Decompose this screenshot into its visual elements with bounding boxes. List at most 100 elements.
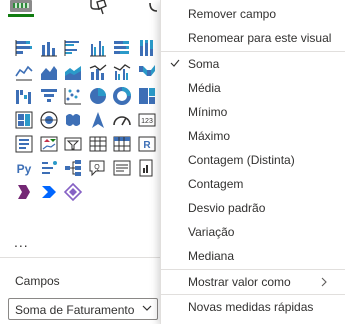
ribbon-chart-icon [138,65,155,76]
stacked-bar-chart-visual-button[interactable] [14,38,34,58]
svg-text:Q: Q [94,164,100,171]
key-influencers-icon [41,161,57,174]
checkmark-icon [170,59,180,67]
power-automate-visual-button[interactable] [39,182,59,202]
donut-chart-visual-button[interactable] [112,86,132,106]
r-visual-icon: R [138,136,155,152]
diamond-visual-visual-button[interactable] [63,182,83,202]
menu-item-label: Mínimo [188,105,228,119]
card-visual-button[interactable]: 123 [137,110,157,130]
menu-item-average[interactable]: Média [161,76,345,100]
paint-roller-icon [90,0,107,15]
clustered-column-chart-icon [89,41,106,57]
chevron-right-icon [321,277,327,287]
shape-map-visual-button[interactable] [63,110,83,130]
ribbon-chart-visual-button[interactable] [137,62,157,82]
pie-chart-visual-button[interactable] [88,86,108,106]
menu-item-rename-for-visual[interactable]: Renomear para este visual [161,26,345,50]
line-and-stacked-column-visual-button[interactable] [88,62,108,82]
python-visual-visual-button[interactable]: Py [14,158,34,178]
smart-narrative-visual-button[interactable] [112,158,132,178]
shape-map-icon [66,114,80,126]
100-stacked-bar-chart-icon [114,41,129,54]
menu-item-maximum[interactable]: Máximo [161,124,345,148]
fields-section-label: Campos [15,274,60,288]
menu-item-label: Contagem (Distinta) [188,153,295,167]
menu-item-variance[interactable]: Variação [161,220,345,244]
menu-item-count-distinct[interactable]: Contagem (Distinta) [161,148,345,172]
menu-item-label: Soma [188,57,220,71]
kpi-visual-button[interactable] [39,134,59,154]
aggregation-context-menu: Remover campo Renomear para este visual … [160,0,345,324]
funnel-chart-visual-button[interactable] [39,86,59,106]
stacked-bar-chart-icon [15,40,32,56]
stacked-area-chart-icon [65,66,81,80]
stacked-area-chart-visual-button[interactable] [63,62,83,82]
decomposition-tree-icon [65,160,81,176]
diamond-visual-icon [63,182,83,202]
svg-text:123: 123 [141,118,153,125]
line-and-stacked-column-icon [89,64,106,80]
menu-item-remove-field[interactable]: Remover campo [161,2,345,26]
line-chart-visual-button[interactable] [14,62,34,82]
table-icon [89,136,106,152]
waterfall-chart-visual-button[interactable] [14,86,34,106]
menu-item-count[interactable]: Contagem [161,172,345,196]
clustered-bar-chart-icon [64,40,79,56]
line-and-clustered-column-icon [113,64,131,80]
gauge-icon [113,116,131,126]
stacked-column-chart-visual-button[interactable] [39,38,59,58]
100-stacked-bar-chart-visual-button[interactable] [112,38,132,58]
power-apps-visual-button[interactable] [14,182,34,202]
slicer-icon [64,137,82,151]
100-stacked-column-chart-visual-button[interactable] [137,38,157,58]
chevron-down-icon[interactable] [141,302,153,314]
map-icon [15,111,33,129]
svg-text:R: R [143,140,151,151]
treemap-visual-button[interactable] [137,86,157,106]
menu-item-label: Contagem [188,177,244,191]
field-well-value[interactable]: Soma de Faturamento [8,298,158,320]
format-visual-tab[interactable] [86,0,108,18]
qa-visual-button[interactable]: Q [88,158,108,178]
build-visual-tab[interactable] [8,0,34,18]
paginated-report-visual-button[interactable] [137,158,157,178]
treemap-icon [138,88,155,104]
scatter-chart-visual-button[interactable] [63,86,83,106]
svg-text:Py: Py [17,162,32,176]
build-visual-icon [10,0,32,12]
menu-item-minimum[interactable]: Mínimo [161,100,345,124]
clustered-bar-chart-visual-button[interactable] [63,38,83,58]
key-influencers-visual-button[interactable] [39,158,59,178]
gauge-visual-button[interactable] [112,110,132,130]
map-visual-button[interactable] [14,110,34,130]
azure-map-visual-button[interactable] [88,110,108,130]
multi-row-card-visual-button[interactable] [14,134,34,154]
matrix-visual-button[interactable] [112,134,132,154]
stacked-column-chart-icon [40,42,57,57]
menu-item-label: Desvio padrão [188,201,266,215]
python-visual-icon: Py [17,162,32,176]
active-tab-indicator [8,14,34,17]
filled-map-visual-button[interactable] [39,110,59,130]
menu-item-label: Mostrar valor como [188,275,291,289]
paginated-report-icon [139,159,152,177]
slicer-visual-button[interactable] [63,134,83,154]
menu-item-std-deviation[interactable]: Desvio padrão [161,196,345,220]
menu-item-new-quick-measure[interactable]: Novas medidas rápidas [161,295,345,319]
clustered-column-chart-visual-button[interactable] [88,38,108,58]
more-visuals-button[interactable]: ... [14,234,29,250]
matrix-icon [113,136,131,152]
area-chart-visual-button[interactable] [39,62,59,82]
smart-narrative-icon [113,160,131,176]
qa-icon: Q [89,160,104,177]
menu-item-label: Máximo [188,129,231,143]
line-and-clustered-column-visual-button[interactable] [112,62,132,82]
decomposition-tree-visual-button[interactable] [63,158,83,178]
table-visual-button[interactable] [88,134,108,154]
kpi-icon [40,136,57,152]
menu-item-median[interactable]: Mediana [161,244,345,268]
menu-item-sum[interactable]: Soma [161,52,345,76]
r-visual-visual-button[interactable]: R [137,134,157,154]
menu-item-show-value-as[interactable]: Mostrar valor como [161,270,345,294]
